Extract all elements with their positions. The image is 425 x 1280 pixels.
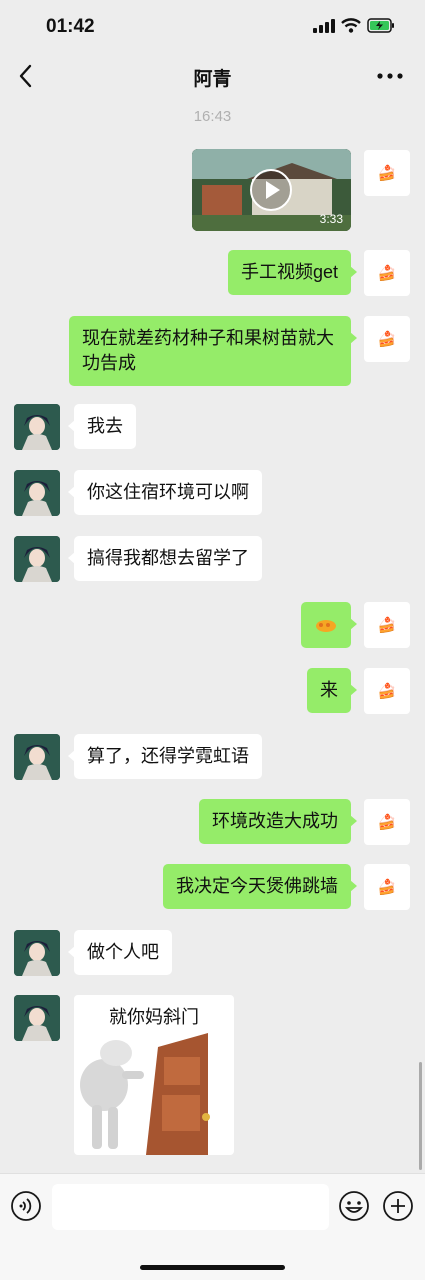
wifi-icon bbox=[341, 18, 361, 33]
status-bar: 01:42 bbox=[0, 0, 425, 52]
chat-title: 阿青 bbox=[193, 69, 232, 90]
my-avatar[interactable]: 🍰 bbox=[364, 799, 410, 845]
my-avatar[interactable]: 🍰 bbox=[364, 864, 410, 910]
my-message-bubble[interactable]: 现在就差药材种子和果树苗就大功告成 bbox=[69, 316, 357, 386]
play-icon[interactable] bbox=[249, 168, 293, 212]
peer-message-bubble[interactable]: 搞得我都想去留学了 bbox=[68, 536, 262, 581]
input-bar bbox=[0, 1173, 425, 1280]
status-icons bbox=[313, 18, 395, 33]
emoji-sticker-icon bbox=[316, 620, 336, 632]
plus-icon[interactable] bbox=[382, 1190, 414, 1222]
peer-avatar[interactable] bbox=[14, 930, 60, 976]
cake-icon: 🍰 bbox=[377, 814, 397, 831]
my-message-bubble[interactable]: 来 bbox=[307, 668, 357, 713]
peer-message-bubble[interactable]: 算了，还得学霓虹语 bbox=[68, 734, 262, 779]
cake-icon: 🍰 bbox=[377, 683, 397, 700]
video-duration: 3:33 bbox=[319, 212, 343, 226]
emoji-icon[interactable] bbox=[338, 1190, 370, 1222]
peer-avatar[interactable] bbox=[14, 995, 60, 1041]
more-icon[interactable] bbox=[377, 72, 403, 80]
message-input[interactable] bbox=[52, 1184, 329, 1230]
battery-icon bbox=[367, 18, 394, 33]
cake-icon: 🍰 bbox=[377, 331, 397, 348]
my-avatar[interactable]: 🍰 bbox=[364, 668, 410, 714]
cake-icon: 🍰 bbox=[377, 165, 397, 182]
message-timestamp: 16:43 bbox=[193, 108, 232, 125]
nav-bar: 阿青 bbox=[0, 52, 425, 100]
cake-icon: 🍰 bbox=[377, 879, 397, 896]
peer-message-bubble[interactable]: 做个人吧 bbox=[68, 930, 172, 975]
my-avatar[interactable]: 🍰 bbox=[364, 250, 410, 296]
my-emoji-bubble[interactable] bbox=[301, 602, 357, 648]
my-avatar[interactable]: 🍰 bbox=[364, 602, 410, 648]
my-message-bubble[interactable]: 手工视频get bbox=[227, 250, 358, 295]
home-indicator bbox=[140, 1265, 285, 1270]
voice-icon[interactable] bbox=[10, 1190, 42, 1222]
peer-avatar[interactable] bbox=[14, 734, 60, 780]
peer-avatar[interactable] bbox=[14, 536, 60, 582]
video-message[interactable]: 3:33 bbox=[192, 149, 351, 231]
peer-avatar[interactable] bbox=[14, 470, 60, 516]
peer-message-bubble[interactable]: 你这住宿环境可以啊 bbox=[68, 470, 262, 515]
cake-icon: 🍰 bbox=[377, 265, 397, 282]
cake-icon: 🍰 bbox=[377, 617, 397, 634]
my-message-bubble[interactable]: 我决定今天煲佛跳墙 bbox=[163, 864, 357, 909]
my-message-bubble[interactable]: 环境改造大成功 bbox=[199, 799, 357, 844]
door-cat-sticker bbox=[80, 1033, 210, 1155]
status-time: 01:42 bbox=[46, 16, 95, 37]
signal-icon bbox=[313, 18, 335, 33]
sticker-message[interactable]: 就你妈斜门 bbox=[74, 995, 234, 1155]
peer-avatar[interactable] bbox=[14, 404, 60, 450]
scroll-indicator[interactable] bbox=[419, 1062, 422, 1170]
my-avatar[interactable]: 🍰 bbox=[364, 316, 410, 362]
my-avatar[interactable]: 🍰 bbox=[364, 150, 410, 196]
peer-message-bubble[interactable]: 我去 bbox=[68, 404, 136, 449]
